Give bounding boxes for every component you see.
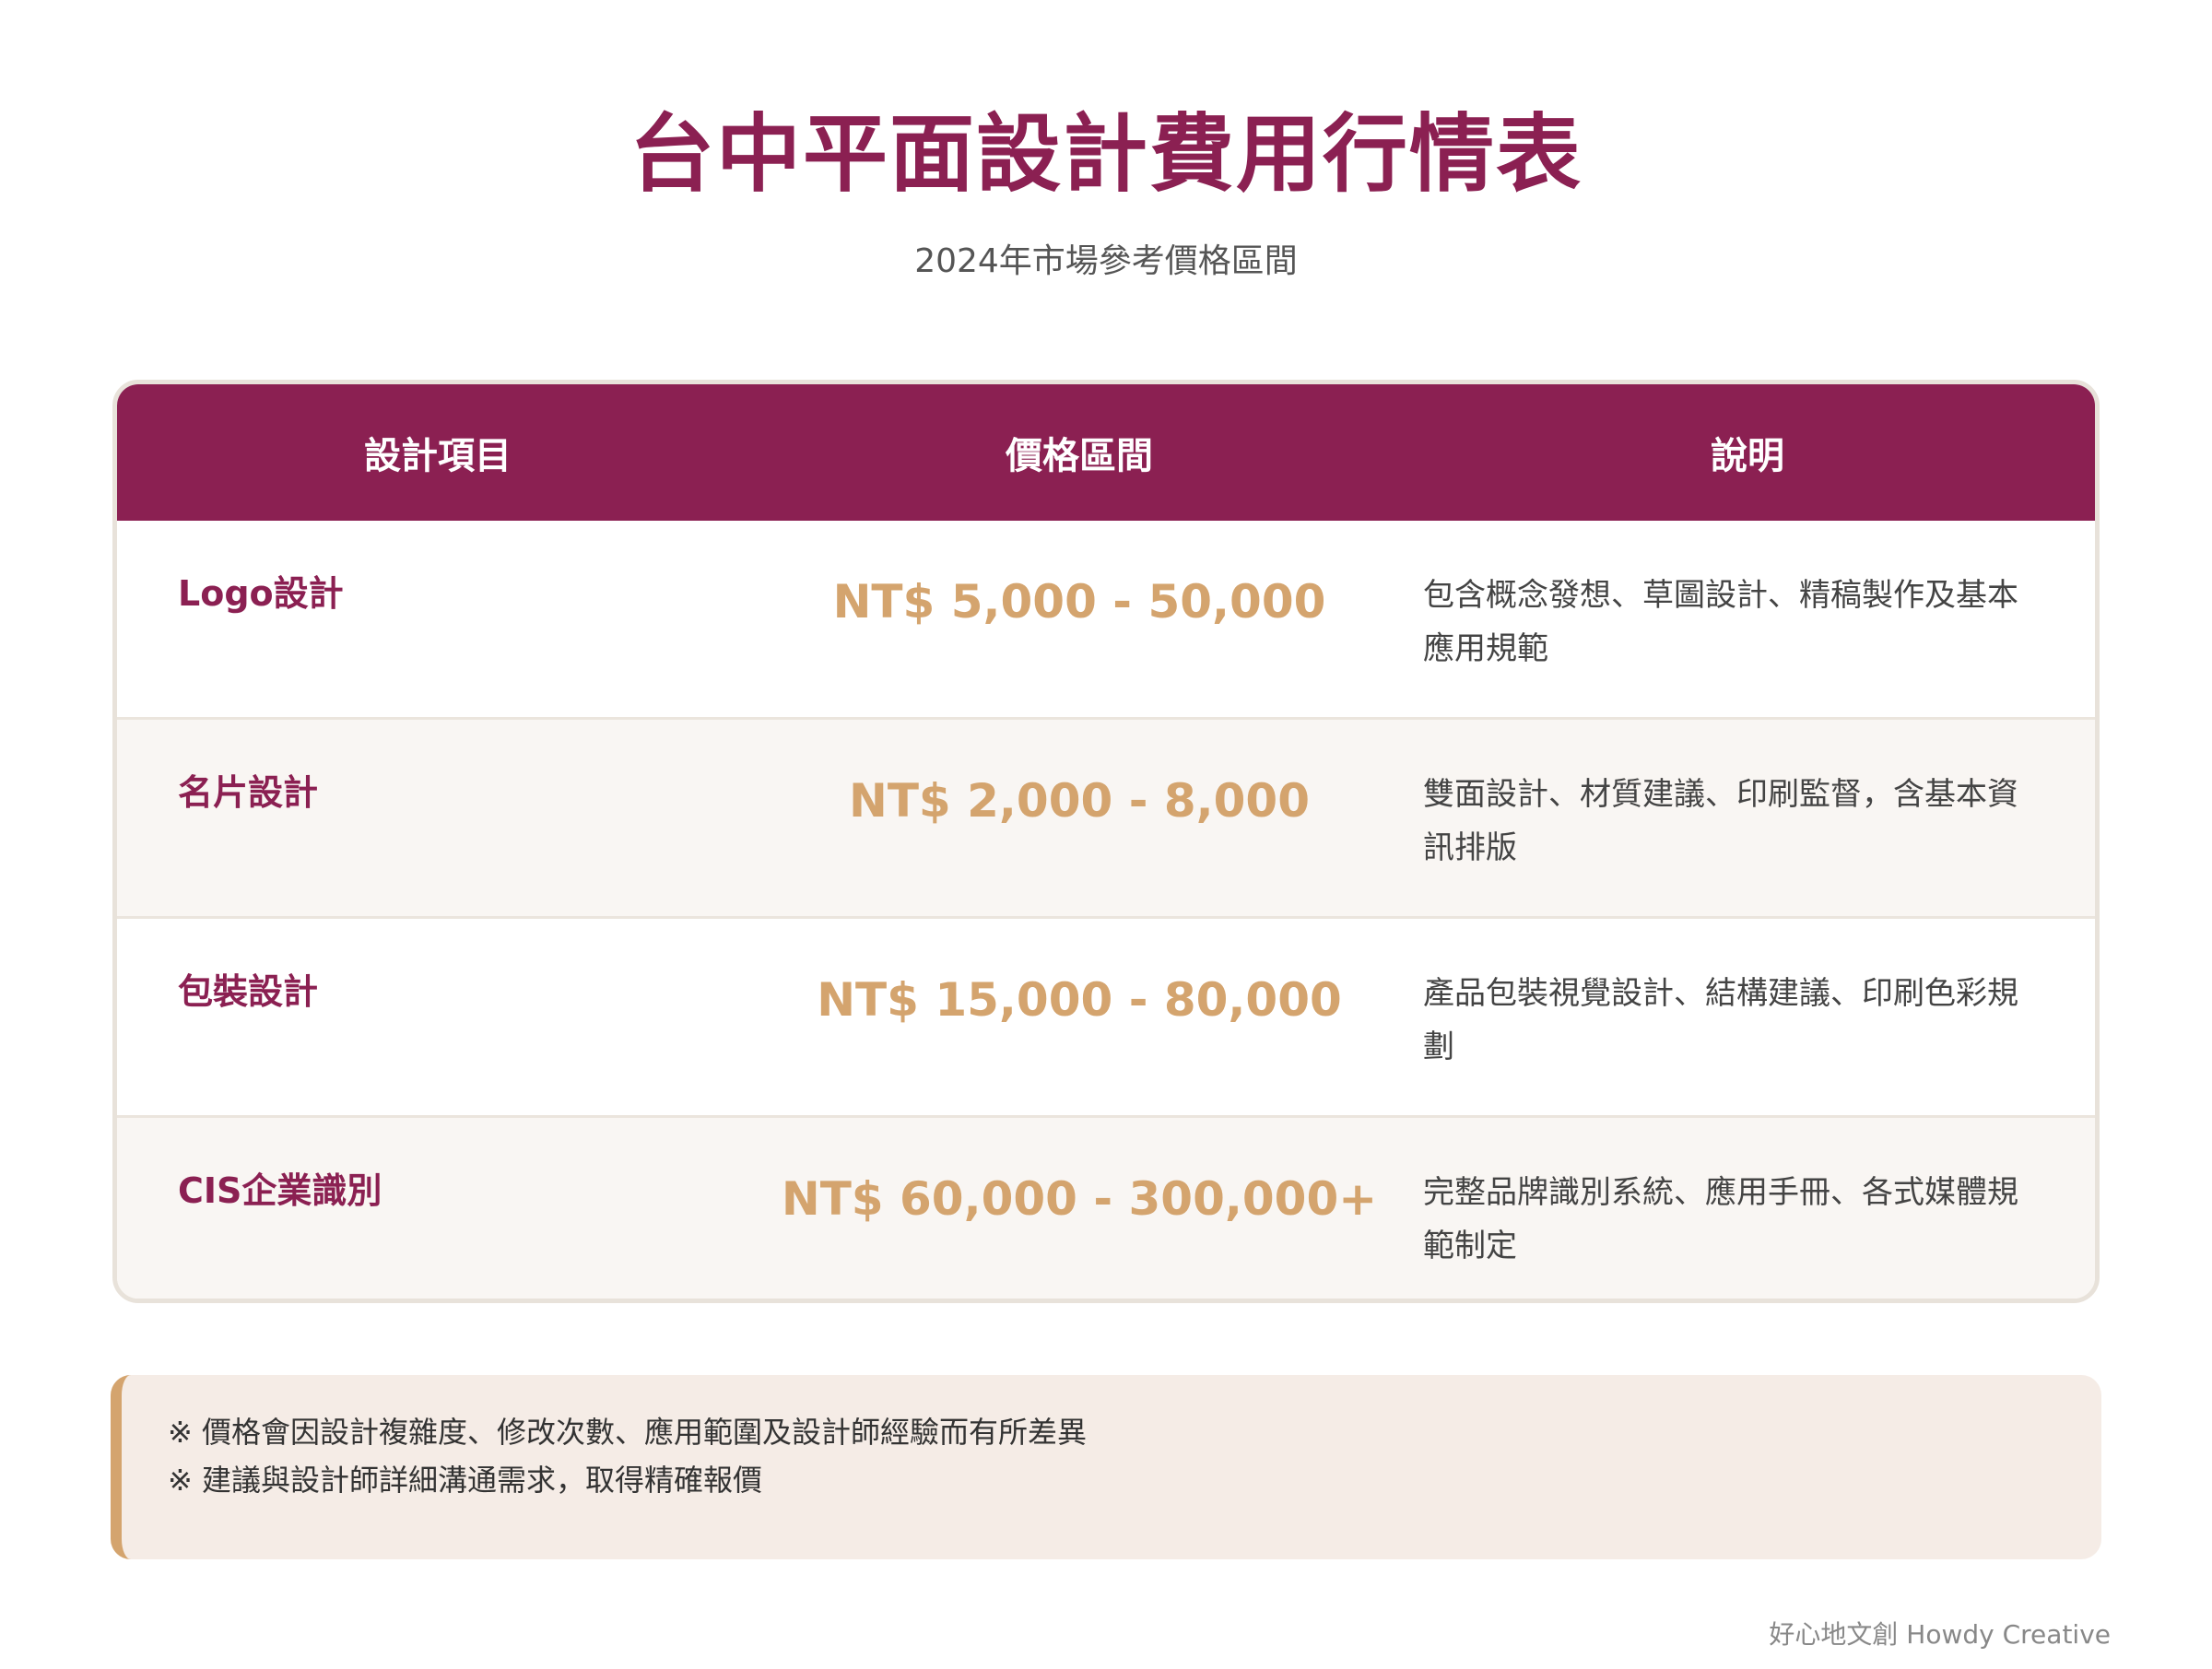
row-item: CIS企業識別 xyxy=(178,1170,382,1211)
page-title: 台中平面設計費用行情表 xyxy=(629,105,1583,204)
row-price: NT$ 2,000 - 8,000 xyxy=(848,774,1311,828)
table-row: 名片設計 NT$ 2,000 - 8,000 雙面設計、材質建議、印刷監督，含基… xyxy=(117,717,2095,916)
row-desc: 雙面設計、材質建議、印刷監督，含基本資訊排版 xyxy=(1423,776,2018,866)
row-price: NT$ 15,000 - 80,000 xyxy=(817,973,1342,1027)
row-desc: 完整品牌識別系統、應用手冊、各式媒體規範制定 xyxy=(1423,1174,2018,1264)
page-subtitle: 2024年市場參考價格區間 xyxy=(914,242,1298,280)
table-header: 設計項目 價格區間 說明 xyxy=(117,384,2095,521)
row-desc: 產品包裝視覺設計、結構建議、印刷色彩規劃 xyxy=(1423,975,2018,1065)
note-line: ※ 價格會因設計複雜度、修改次數、應用範圍及設計師經驗而有所差異 xyxy=(168,1415,1087,1450)
header-desc: 說明 xyxy=(1711,435,1784,477)
row-price: NT$ 5,000 - 50,000 xyxy=(832,575,1326,629)
row-item: Logo設計 xyxy=(178,573,344,614)
row-item: 包裝設計 xyxy=(178,971,319,1012)
notes-box: ※ 價格會因設計複雜度、修改次數、應用範圍及設計師經驗而有所差異 ※ 建議與設計… xyxy=(111,1375,2101,1559)
table-row: Logo設計 NT$ 5,000 - 50,000 包含概念發想、草圖設計、精稿… xyxy=(117,521,2095,717)
header-item: 設計項目 xyxy=(364,435,512,477)
row-price: NT$ 60,000 - 300,000+ xyxy=(781,1172,1378,1226)
row-desc: 包含概念發想、草圖設計、精稿製作及基本應用規範 xyxy=(1423,577,2018,667)
price-table: 設計項目 價格區間 說明 Logo設計 NT$ 5,000 - 50,000 包… xyxy=(112,380,2100,1303)
header-price: 價格區間 xyxy=(1006,435,1153,477)
table-row: 包裝設計 NT$ 15,000 - 80,000 產品包裝視覺設計、結構建議、印… xyxy=(117,916,2095,1115)
note-line: ※ 建議與設計師詳細溝通需求，取得精確報價 xyxy=(168,1463,762,1498)
footer-credit: 好心地文創 Howdy Creative xyxy=(1769,1619,2111,1650)
row-item: 名片設計 xyxy=(178,772,319,813)
table-row: CIS企業識別 NT$ 60,000 - 300,000+ 完整品牌識別系統、應… xyxy=(117,1115,2095,1299)
